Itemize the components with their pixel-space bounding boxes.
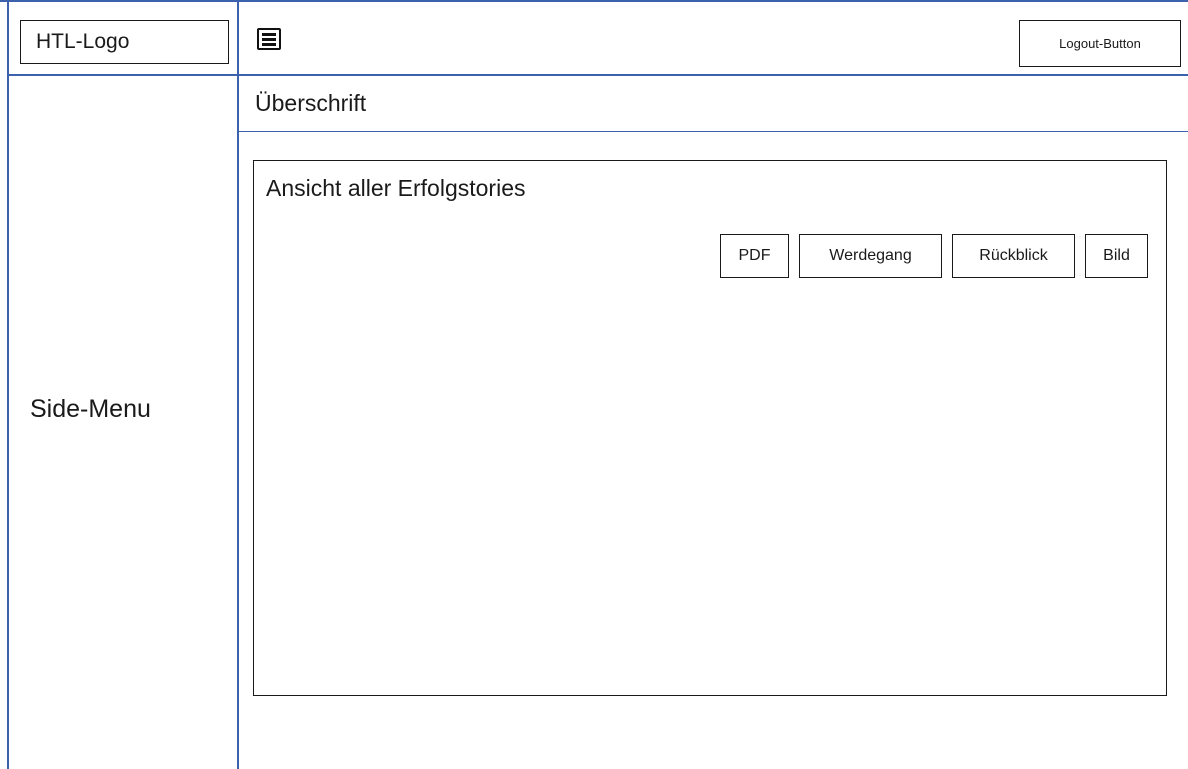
werdegang-button[interactable]: Werdegang — [799, 234, 942, 278]
sidebar-divider — [237, 0, 239, 769]
htl-logo[interactable]: HTL-Logo — [20, 20, 229, 64]
hamburger-menu-icon[interactable] — [257, 28, 281, 50]
side-menu[interactable]: Side-Menu — [30, 395, 151, 424]
menu-icon-bar — [262, 38, 276, 41]
menu-icon-bar — [262, 43, 276, 46]
menu-icon-bar — [262, 33, 276, 36]
pdf-button[interactable]: PDF — [720, 234, 789, 278]
logout-button[interactable]: Logout-Button — [1019, 20, 1181, 67]
success-stories-panel: Ansicht aller Erfolgstories PDF Werdegan… — [253, 160, 1167, 696]
wireframe-frame: HTL-Logo Logout-Button Side-Menu Übersch… — [0, 0, 1188, 769]
panel-title: Ansicht aller Erfolgstories — [266, 175, 526, 201]
page-title: Überschrift — [255, 90, 367, 116]
bild-button[interactable]: Bild — [1085, 234, 1148, 278]
top-border-line — [0, 0, 1188, 2]
title-divider — [237, 131, 1188, 132]
rueckblick-button[interactable]: Rückblick — [952, 234, 1075, 278]
left-border-line — [7, 0, 9, 769]
header-divider — [7, 74, 1188, 76]
